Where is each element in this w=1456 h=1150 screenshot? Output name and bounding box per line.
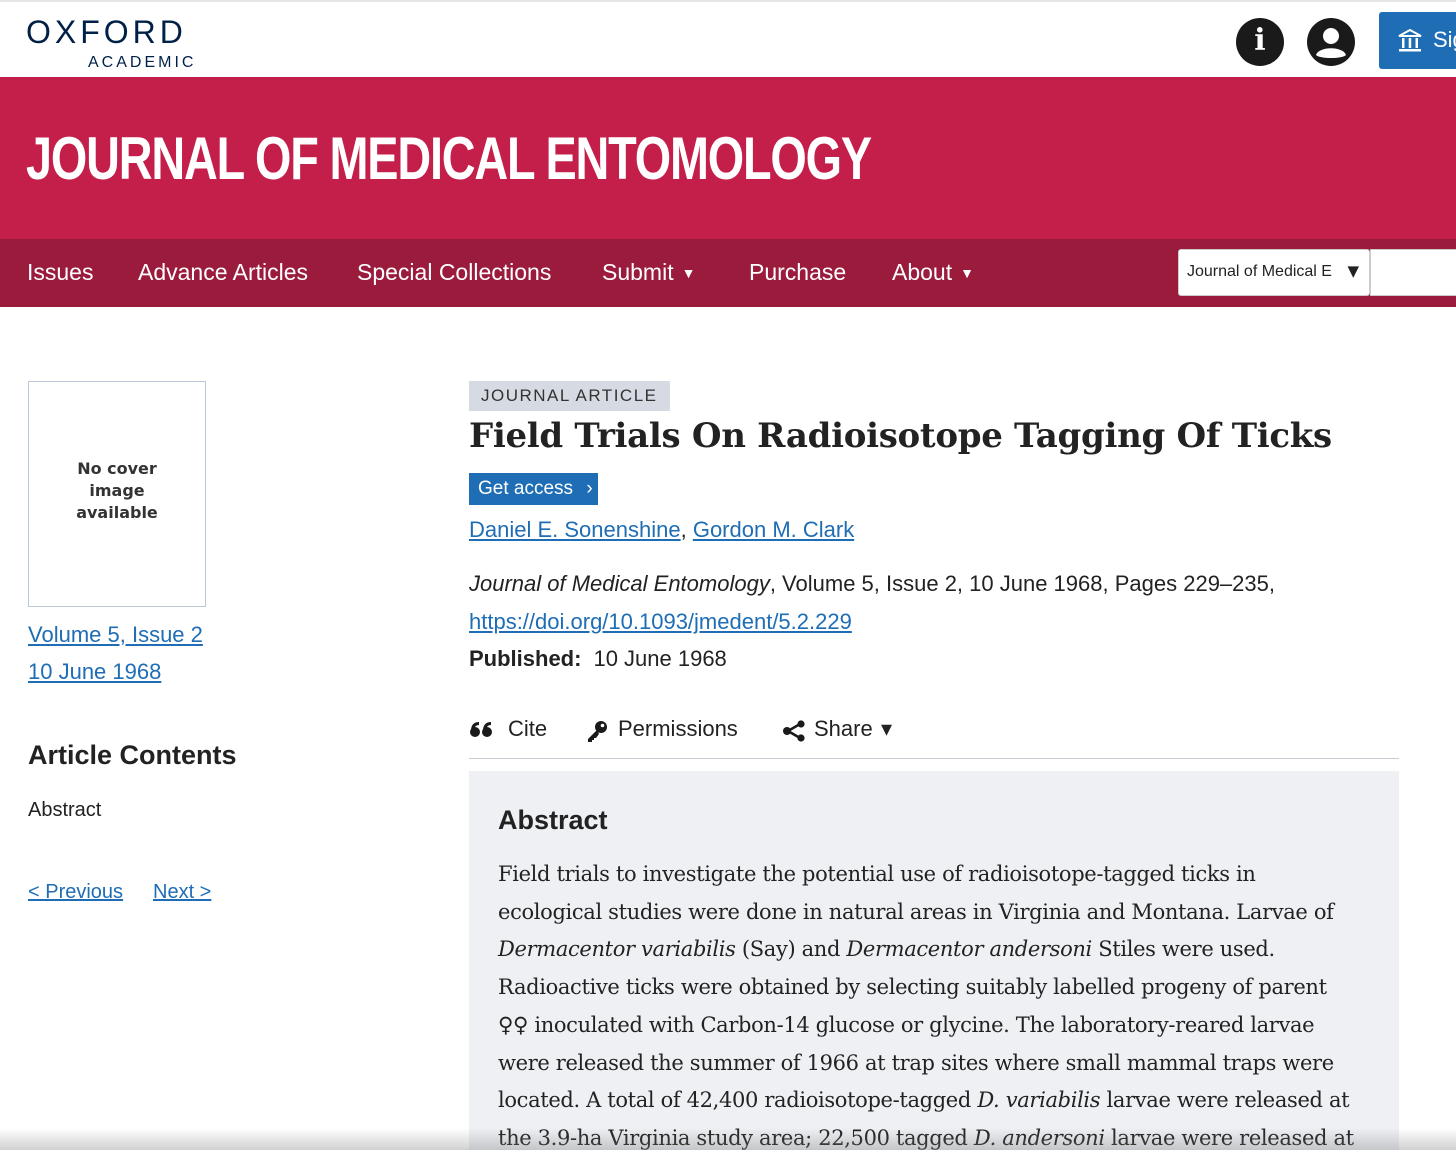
chevron-down-icon: ▾ xyxy=(881,716,893,741)
nav-item-label: About xyxy=(892,259,953,285)
chevron-down-icon: ▼ xyxy=(1347,262,1359,280)
abstract-text-run: (Say) and xyxy=(735,937,847,962)
abstract-line: were released the summer of 1966 at trap… xyxy=(498,1045,1368,1083)
abstract-text-run: larvae were released at xyxy=(1100,1088,1350,1113)
quote-icon xyxy=(470,722,492,737)
cover-placeholder-text: No cover image available xyxy=(29,458,205,524)
search-scope-select[interactable]: Journal of Medical E ▼ xyxy=(1178,249,1370,296)
abstract-text-run: Radioactive ticks were obtained by selec… xyxy=(498,975,1327,1000)
author-separator: , xyxy=(680,517,693,542)
abstract-text-run: ♀♀ inoculated with Carbon-14 glucose or … xyxy=(498,1012,1315,1037)
abstract-heading: Abstract xyxy=(498,805,608,835)
species-name: D. variabilis xyxy=(977,1088,1101,1113)
published-date-line: Published: 10 June 1968 xyxy=(469,646,727,672)
journal-nav: Issues Advance Articles Special Collecti… xyxy=(0,239,1456,307)
abstract-text-run: located. A total of 42,400 radioisotope-… xyxy=(498,1088,978,1113)
nav-item-advance-articles[interactable]: Advance Articles xyxy=(138,259,308,286)
search-input[interactable] xyxy=(1370,249,1456,296)
abstract-text-run: Field trials to investigate the potentia… xyxy=(498,862,1256,886)
nav-item-special-collections[interactable]: Special Collections xyxy=(357,259,551,286)
cover-text-line: available xyxy=(76,503,158,522)
permissions-label: Permissions xyxy=(618,716,738,741)
logo-main-text: OXFORD xyxy=(26,14,187,50)
author-list: Daniel E. Sonenshine, Gordon M. Clark xyxy=(469,517,854,543)
permissions-button[interactable]: Permissions xyxy=(585,716,755,746)
nav-item-label: Purchase xyxy=(749,259,847,285)
oxford-academic-logo[interactable]: OXFORD ACADEMIC xyxy=(26,14,206,71)
journal-title[interactable]: JOURNAL OF MEDICAL ENTOMOLOGY xyxy=(26,127,872,191)
author-link[interactable]: Daniel E. Sonenshine xyxy=(469,517,681,542)
article-tools-bar: Cite Permissions Share ▾ xyxy=(469,714,1399,759)
abstract-section: Abstract Field trials to investigate the… xyxy=(469,771,1399,1150)
get-access-label: Get access xyxy=(478,478,574,499)
abstract-text-run: were released the summer of 1966 at trap… xyxy=(498,1050,1334,1075)
info-button[interactable]: i xyxy=(1236,18,1284,66)
issue-date-link[interactable]: 10 June 1968 xyxy=(28,659,161,685)
doi-link[interactable]: https://doi.org/10.1093/jmedent/5.2.229 xyxy=(469,609,852,635)
abstract-line: located. A total of 42,400 radioisotope-… xyxy=(498,1082,1368,1120)
nav-item-label: Submit xyxy=(602,259,674,285)
article-type-badge: JOURNAL ARTICLE xyxy=(469,381,670,411)
viewport-edge-shadow xyxy=(0,1128,1456,1150)
logo-sub-text: ACADEMIC xyxy=(88,54,197,71)
nav-item-label: Advance Articles xyxy=(138,259,309,285)
search-scope-value: Journal of Medical E xyxy=(1187,263,1332,280)
abstract-line: ecological studies were done in natural … xyxy=(498,894,1368,932)
cite-button[interactable]: Cite xyxy=(469,716,559,746)
abstract-text-run: Stiles were used. xyxy=(1091,937,1275,962)
abstract-line: ♀♀ inoculated with Carbon-14 glucose or … xyxy=(498,1007,1368,1045)
cover-text-line: No cover xyxy=(77,459,157,478)
nav-item-about[interactable]: About ▼ xyxy=(892,259,974,286)
chevron-down-icon: ▼ xyxy=(960,265,974,281)
top-bar: OXFORD ACADEMIC i Sig xyxy=(0,0,1456,77)
key-icon xyxy=(588,721,607,742)
article-title: Field Trials On Radioisotope Tagging Of … xyxy=(469,416,1332,456)
info-icon: i xyxy=(1254,23,1266,58)
share-button[interactable]: Share ▾ xyxy=(782,716,902,746)
chevron-right-icon: › xyxy=(586,478,593,499)
cover-text-line: image xyxy=(89,481,145,500)
share-icon xyxy=(783,720,805,742)
abstract-line: Radioactive ticks were obtained by selec… xyxy=(498,969,1368,1007)
user-account-icon xyxy=(1316,28,1346,58)
user-account-button[interactable] xyxy=(1307,18,1355,66)
abstract-text-run: ecological studies were done in natural … xyxy=(498,899,1334,924)
nav-item-label: Special Collections xyxy=(357,259,552,285)
cite-label: Cite xyxy=(508,716,548,741)
institution-icon xyxy=(1398,28,1422,52)
next-article-link[interactable]: Next > xyxy=(153,881,211,904)
cover-image-placeholder: No cover image available xyxy=(28,381,206,607)
nav-item-issues[interactable]: Issues xyxy=(27,259,93,286)
published-date: 10 June 1968 xyxy=(593,646,727,671)
journal-name: Journal of Medical Entomology xyxy=(469,571,770,596)
abstract-line: Dermacentor variabilis (Say) and Dermace… xyxy=(498,931,1368,969)
get-access-button[interactable]: Get access › xyxy=(469,473,598,505)
abstract-text: Field trials to investigate the potentia… xyxy=(498,856,1368,1150)
chevron-down-icon: ▼ xyxy=(681,265,696,281)
species-name: Dermacentor variabilis xyxy=(498,937,736,962)
abstract-line: Field trials to investigate the potentia… xyxy=(498,856,1368,894)
nav-item-purchase[interactable]: Purchase xyxy=(749,259,846,286)
signin-label: Sig xyxy=(1433,27,1456,52)
nav-item-submit[interactable]: Submit ▼ xyxy=(602,259,695,286)
author-link[interactable]: Gordon M. Clark xyxy=(693,517,854,542)
institution-signin-button[interactable]: Sig xyxy=(1379,12,1456,69)
previous-article-link[interactable]: < Previous xyxy=(28,881,123,904)
contents-item-abstract[interactable]: Abstract xyxy=(28,799,101,822)
volume-issue-link[interactable]: Volume 5, Issue 2 xyxy=(28,622,203,648)
species-name: Dermacentor andersoni xyxy=(846,937,1092,962)
journal-banner: JOURNAL OF MEDICAL ENTOMOLOGY xyxy=(0,77,1456,239)
citation-details: , Volume 5, Issue 2, 10 June 1968, Pages… xyxy=(769,571,1275,596)
published-label: Published: xyxy=(469,646,582,671)
article-contents-heading: Article Contents xyxy=(28,740,237,770)
citation-line: Journal of Medical Entomology, Volume 5,… xyxy=(469,571,1275,597)
nav-item-label: Issues xyxy=(27,259,94,285)
share-label: Share xyxy=(814,716,873,741)
